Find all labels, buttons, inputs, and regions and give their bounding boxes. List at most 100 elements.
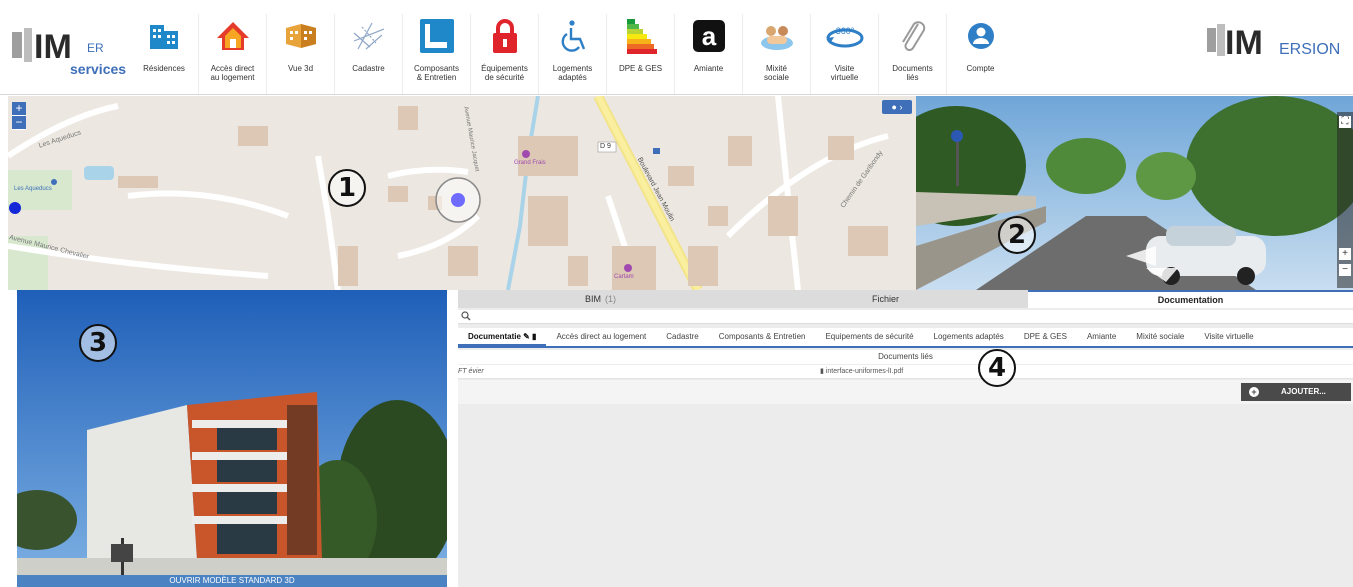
toolbar-item-residences[interactable]: Résidences xyxy=(130,14,198,94)
subtab-visite-virtuelle[interactable]: Visite virtuelle xyxy=(1194,328,1263,346)
actions-row xyxy=(458,380,1353,404)
svg-text:IM: IM xyxy=(34,28,72,66)
map-location-button[interactable]: ● › xyxy=(882,100,912,114)
building-photo[interactable]: 3 OUVRIR MODÈLE STANDARD 3D xyxy=(17,290,447,587)
toolbar-label: Documents liés xyxy=(892,64,933,82)
map-poi-label: Grand Frais xyxy=(514,160,546,166)
zoom-in-button[interactable]: + xyxy=(12,102,26,116)
svg-text:IM: IM xyxy=(1225,24,1263,62)
zoom-out-icon[interactable]: − xyxy=(1339,264,1351,276)
energy-label-icon xyxy=(619,14,663,58)
toolbar-item-documents-lies[interactable]: Documents liés xyxy=(878,14,946,94)
cadastre-icon xyxy=(347,14,391,58)
toolbar-items: Résidences Accès direct au logement Vue … xyxy=(130,14,1014,94)
toolbar-label: Vue 3d xyxy=(287,64,314,73)
paperclip-icon xyxy=(891,14,935,58)
zoom-in-icon[interactable]: + xyxy=(1339,248,1351,260)
toolbar-item-composants[interactable]: Composants & Entretien xyxy=(402,14,470,94)
map-zoom-controls: + − xyxy=(12,102,26,130)
svg-text:services: services xyxy=(70,61,126,77)
toolbar-label: Accès direct au logement xyxy=(210,64,255,82)
subtab-amiante[interactable]: Amiante xyxy=(1077,328,1126,346)
tab-label: Documentation xyxy=(1157,295,1224,305)
document-subtabs: Documentatie ✎ ▮ Accès direct au logemen… xyxy=(458,328,1353,348)
toolbar-item-logements-adaptes[interactable]: Logements adaptés xyxy=(538,14,606,94)
search-bar[interactable] xyxy=(458,310,1353,324)
svg-text:ER: ER xyxy=(87,41,104,55)
zoom-out-button[interactable]: − xyxy=(12,116,26,130)
open-3d-model-button[interactable]: OUVRIR MODÈLE STANDARD 3D xyxy=(17,575,447,587)
svg-text:ERSION: ERSION xyxy=(1279,41,1340,58)
subtab-documentatie[interactable]: Documentatie ✎ ▮ xyxy=(458,328,547,346)
add-document-button[interactable]: + AJOUTER... xyxy=(1241,383,1351,401)
toolbar-item-vue-3d[interactable]: Vue 3d xyxy=(266,14,334,94)
toolbar-item-acces-direct[interactable]: Accès direct au logement xyxy=(198,14,266,94)
toolbar-label: DPE & GES xyxy=(618,64,663,73)
fullscreen-icon[interactable]: ⛶ xyxy=(1339,116,1351,128)
callout-3: 3 xyxy=(79,324,117,362)
people-icon xyxy=(755,14,799,58)
map-view[interactable]: + − ● › Les Aqueducs Avenue Maurice Chev… xyxy=(8,96,916,290)
subtab-logements-adaptes[interactable]: Logements adaptés xyxy=(924,328,1014,346)
document-name: FT évier xyxy=(458,368,484,375)
toolbar-item-equipements-securite[interactable]: Équipements de sécurité xyxy=(470,14,538,94)
toolbar-label: Logements adaptés xyxy=(552,64,593,82)
bimersion-logo[interactable]: IM ERSION xyxy=(1203,18,1353,68)
toolbar-item-compte[interactable]: Compte xyxy=(946,14,1014,94)
pin-icon: ● › xyxy=(891,102,903,112)
top-toolbar: IM ER services Résidences Accès direct a… xyxy=(0,0,1353,95)
file-icon: ▮ xyxy=(820,368,824,375)
toolbar-item-cadastre[interactable]: Cadastre xyxy=(334,14,402,94)
toolbar-item-dpe-ges[interactable]: DPE & GES xyxy=(606,14,674,94)
wheelchair-icon xyxy=(551,14,595,58)
subtab-acces-direct[interactable]: Accès direct au logement xyxy=(546,328,656,346)
subtab-dpe-ges[interactable]: DPE & GES xyxy=(1014,328,1077,346)
asbestos-icon: a xyxy=(687,14,731,58)
toolbar-item-visite-virtuelle[interactable]: 360° Visite virtuelle xyxy=(810,14,878,94)
callout-4: 4 xyxy=(978,349,1016,387)
subtab-composants[interactable]: Composants & Entretien xyxy=(709,328,816,346)
toolbar-label: Équipements de sécurité xyxy=(481,64,528,82)
toolbar-label: Visite virtuelle xyxy=(830,64,859,82)
bim-services-logo[interactable]: IM ER services xyxy=(10,18,128,82)
lock-icon xyxy=(483,14,527,58)
360-icon: 360° xyxy=(823,14,867,58)
tab-label: BIM xyxy=(584,294,601,304)
tab-label: Fichier xyxy=(871,294,899,304)
documents-header: Documents liés xyxy=(458,350,1353,364)
document-file-name: interface-uniformes-lI.pdf xyxy=(825,368,904,375)
toolbar-item-mixite-sociale[interactable]: Mixité sociale xyxy=(742,14,810,94)
subtab-equipements[interactable]: Equipements de sécurité xyxy=(815,328,923,346)
callout-1: 1 xyxy=(328,169,366,207)
street-view[interactable]: ⛶ + − 2 xyxy=(916,96,1353,290)
info-panel: BIM (1) Fichier Documentation Documentati… xyxy=(458,290,1353,587)
user-icon xyxy=(959,14,1003,58)
document-file-link[interactable]: ▮ interface-uniformes-lI.pdf xyxy=(820,365,903,379)
callout-2: 2 xyxy=(998,216,1036,254)
components-icon xyxy=(415,14,459,58)
toolbar-label: Mixité sociale xyxy=(764,64,789,82)
table-row[interactable]: FT évier ▮ interface-uniformes-lI.pdf xyxy=(458,365,1353,379)
open-3d-label: OUVRIR MODÈLE STANDARD 3D xyxy=(169,576,295,585)
subtab-mixite[interactable]: Mixité sociale xyxy=(1126,328,1194,346)
toolbar-label: Cadastre xyxy=(352,64,385,73)
map-label: D 9 xyxy=(600,143,611,150)
panel-tabs: BIM (1) Fichier Documentation xyxy=(458,290,1353,308)
tab-fichier[interactable]: Fichier xyxy=(743,290,1028,308)
street-view-controls: ⛶ + − xyxy=(1337,112,1353,288)
svg-text:360°: 360° xyxy=(835,26,854,36)
tab-bim[interactable]: BIM (1) xyxy=(458,290,743,308)
tab-count: (1) xyxy=(605,294,616,304)
house-icon xyxy=(211,14,255,58)
tab-documentation[interactable]: Documentation xyxy=(1028,290,1353,308)
3d-view-icon xyxy=(279,14,323,58)
map-poi-label: Cartam xyxy=(614,274,634,280)
buildings-icon xyxy=(142,14,186,58)
toolbar-item-amiante[interactable]: a Amiante xyxy=(674,14,742,94)
subtab-cadastre[interactable]: Cadastre xyxy=(656,328,708,346)
svg-text:a: a xyxy=(701,21,716,51)
plus-icon: + xyxy=(1249,387,1259,397)
toolbar-label: Compte xyxy=(966,64,995,73)
toolbar-label: Amiante xyxy=(693,64,724,73)
add-button-label: AJOUTER... xyxy=(1281,387,1326,396)
